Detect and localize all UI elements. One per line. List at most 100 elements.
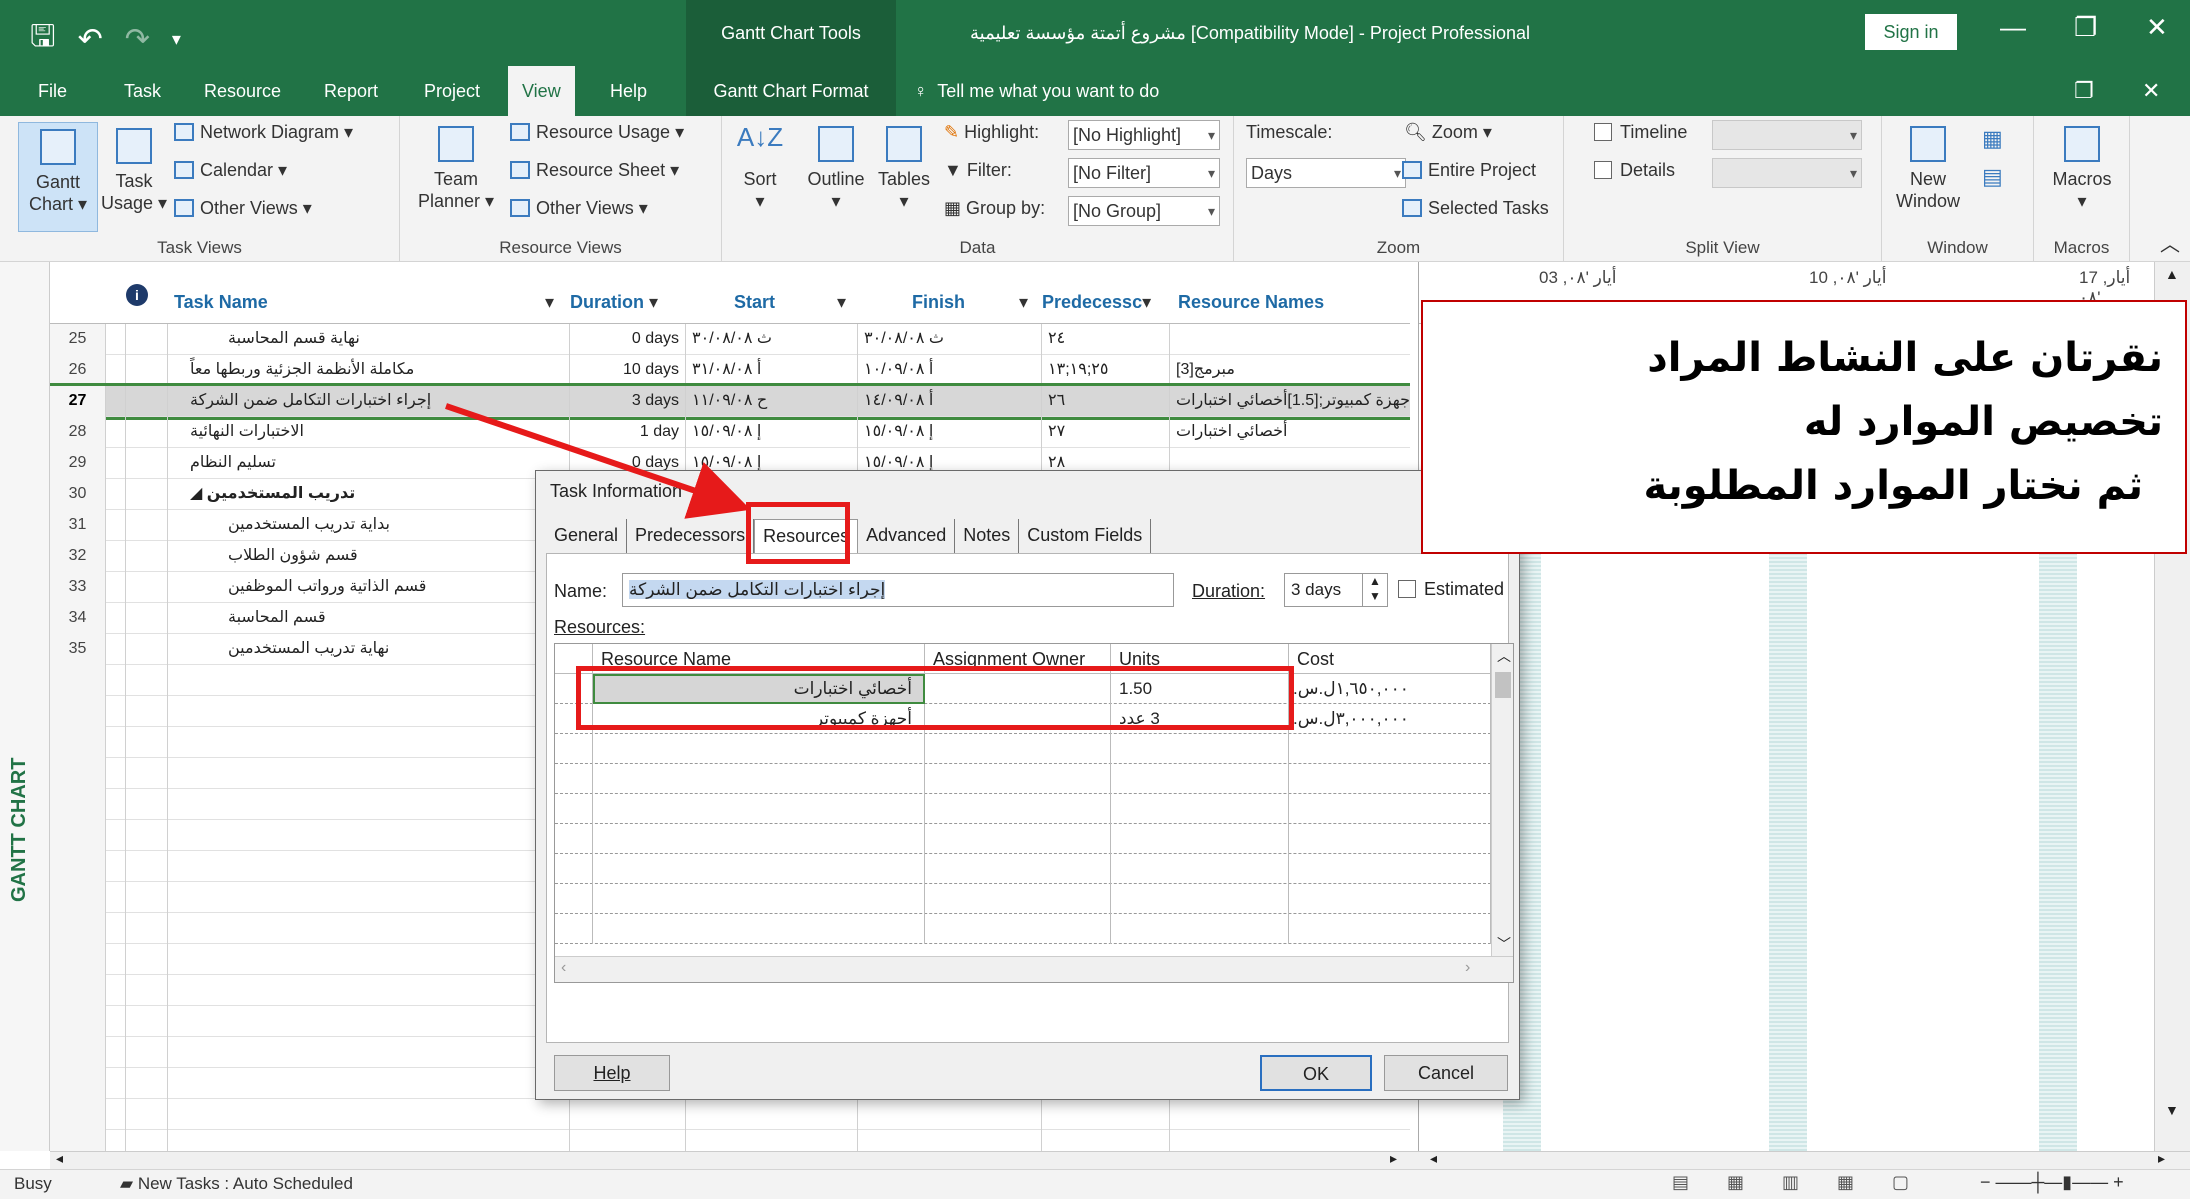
assignment-owner[interactable] [925,884,1111,914]
predecessors-cell[interactable]: ٢٧ [1042,417,1170,448]
empty-assignment-row[interactable] [555,824,1491,854]
assignment-cost[interactable] [1289,824,1491,854]
finish-cell[interactable]: إ ١٥/٠٩/٠٨ [858,417,1042,448]
column-header-start[interactable]: Start ▾ [686,292,856,322]
row-id[interactable]: 29 [50,448,106,479]
assignment-owner[interactable] [925,764,1111,794]
switch-windows-icon[interactable]: ▤ [1982,164,2003,190]
finish-cell[interactable]: ث ٣٠/٠٨/٠٨ [858,324,1042,355]
sign-in-button[interactable]: Sign in [1865,14,1957,50]
team-planner-button[interactable]: Team Planner ▾ [416,126,496,212]
network-diagram-button[interactable]: Network Diagram ▾ [174,122,353,143]
row-id[interactable]: 27 [50,386,106,417]
new-window-button[interactable]: New Window [1888,126,1968,212]
resource-names-cell[interactable]: أخصائي اختبارات [1170,417,1410,448]
tab-report[interactable]: Report [310,66,392,116]
assignment-vertical-scrollbar[interactable]: ︿ ﹀ [1491,644,1513,956]
assignment-cost[interactable] [1289,854,1491,884]
row-id[interactable]: 25 [50,324,106,355]
sort-button[interactable]: A↓Z Sort ▾ [732,124,788,212]
duration-spinner[interactable]: ▲ ▼ [1362,573,1388,607]
calendar-button[interactable]: Calendar ▾ [174,160,287,181]
cancel-button[interactable]: Cancel [1384,1055,1508,1091]
tab-custom-fields[interactable]: Custom Fields [1019,519,1152,553]
column-header-cost[interactable]: Cost [1289,644,1491,674]
tab-general[interactable]: General [546,519,628,553]
predecessors-cell[interactable]: ٢٥;١٩;١٣ [1042,355,1170,386]
empty-assignment-row[interactable] [555,884,1491,914]
task-name-cell[interactable]: قسم المحاسبة [168,603,570,634]
assignment-resource-name[interactable] [593,794,925,824]
assignment-resource-name[interactable] [593,824,925,854]
start-cell[interactable]: ح ١١/٠٩/٠٨ [686,386,858,417]
resource-sheet-button[interactable]: Resource Sheet ▾ [510,160,679,181]
close-icon[interactable]: ✕ [2146,12,2168,43]
tab-gantt-chart-format[interactable]: Gantt Chart Format [686,66,896,116]
empty-assignment-row[interactable] [555,764,1491,794]
assignment-units[interactable] [1111,884,1289,914]
resource-names-cell[interactable]: [3 عدد]أجهزة كمبيوتر;[1.5]أخصائي اختبارا… [1170,386,1410,417]
row-id[interactable]: 28 [50,417,106,448]
empty-row[interactable] [50,1130,1410,1151]
scroll-down-icon[interactable]: ▼ [2165,1102,2179,1118]
task-name-cell[interactable]: مكاملة الأنظمة الجزئية وربطها معاً [168,355,570,386]
selected-tasks-button[interactable]: Selected Tasks [1402,198,1549,219]
task-name-cell[interactable]: إجراء اختبارات التكامل ضمن الشركة [168,386,570,417]
row-id[interactable]: 34 [50,603,106,634]
assignment-cost[interactable] [1289,794,1491,824]
row-id[interactable]: 35 [50,634,106,665]
chevron-left-icon[interactable]: ‹ [561,959,566,977]
gantt-chart-button[interactable]: Gantt Chart ▾ [18,122,98,232]
scroll-up-icon[interactable]: ▲ [2165,266,2179,282]
duration-cell[interactable]: 3 days [570,386,686,417]
assignment-cost[interactable]: ٣,٠٠٠,٠٠٠ل.س. [1289,704,1491,734]
assignment-units[interactable] [1111,794,1289,824]
predecessors-cell[interactable]: ٢٤ [1042,324,1170,355]
assignment-resource-name[interactable] [593,734,925,764]
assignment-resource-name[interactable] [593,764,925,794]
table-row[interactable]: 25 نهاية قسم المحاسبة 0 days ث ٣٠/٠٨/٠٨ ث ٣٠… [50,324,1410,355]
assignment-owner[interactable] [925,914,1111,944]
empty-assignment-row[interactable] [555,794,1491,824]
table-row[interactable]: 26 مكاملة الأنظمة الجزئية وربطها معاً 10 d… [50,355,1410,386]
tab-predecessors[interactable]: Predecessors [627,519,755,553]
minimize-icon[interactable]: — [2000,12,2026,43]
other-task-views-button[interactable]: Other Views ▾ [174,198,312,219]
row-id[interactable]: 31 [50,510,106,541]
assignment-horizontal-scrollbar[interactable]: ‹ › [555,956,1513,982]
duration-cell[interactable]: 0 days [570,324,686,355]
tab-project[interactable]: Project [410,66,494,116]
info-icon[interactable]: i [126,284,148,306]
filter-dropdown[interactable]: [No Filter] [1068,158,1220,188]
timeline-checkbox[interactable]: Timeline [1594,122,1687,143]
other-resource-views-button[interactable]: Other Views ▾ [510,198,648,219]
task-name-cell[interactable]: قسم شؤون الطلاب [168,541,570,572]
task-name-cell[interactable]: تدريب المستخدمين ◢ [168,479,570,510]
chevron-down-icon[interactable]: ﹀ [1497,934,1511,954]
tab-view[interactable]: View [508,66,575,116]
zoom-slider[interactable]: − ——┼—▮—— + [1980,1172,2124,1193]
details-checkbox[interactable]: Details [1594,160,1675,181]
scroll-left-icon[interactable]: ◂ [1430,1150,1437,1167]
arrange-all-icon[interactable]: ▦ [1982,126,2003,152]
estimated-checkbox[interactable]: Estimated [1398,579,1504,600]
duration-field[interactable]: 3 days [1284,573,1364,607]
assignment-units[interactable] [1111,914,1289,944]
resource-usage-button[interactable]: Resource Usage ▾ [510,122,684,143]
assignment-units[interactable] [1111,734,1289,764]
tab-resource[interactable]: Resource [190,66,295,116]
new-tasks-mode[interactable]: ▰ New Tasks : Auto Scheduled [120,1174,353,1194]
table-row[interactable]: 28 الاختبارات النهائية 1 day إ ١٥/٠٩/٠٨ إ ١٥… [50,417,1410,448]
assignment-owner[interactable] [925,824,1111,854]
duration-cell[interactable]: 10 days [570,355,686,386]
predecessors-cell[interactable]: ٢٦ [1042,386,1170,417]
task-name-cell[interactable]: نهاية تدريب المستخدمين [168,634,570,665]
collapse-ribbon-icon[interactable]: ︿ [2160,228,2180,257]
assignment-owner[interactable] [925,854,1111,884]
table-row[interactable]: 27 إجراء اختبارات التكامل ضمن الشركة 3 day… [50,383,1410,420]
redo-icon[interactable]: ↷ [125,22,150,57]
scroll-left-icon[interactable]: ◂ [56,1150,63,1167]
task-name-field[interactable]: إجراء اختبارات التكامل ضمن الشركة [622,573,1174,607]
chevron-up-icon[interactable]: ︿ [1497,646,1511,666]
task-name-cell[interactable]: تسليم النظام [168,448,570,479]
